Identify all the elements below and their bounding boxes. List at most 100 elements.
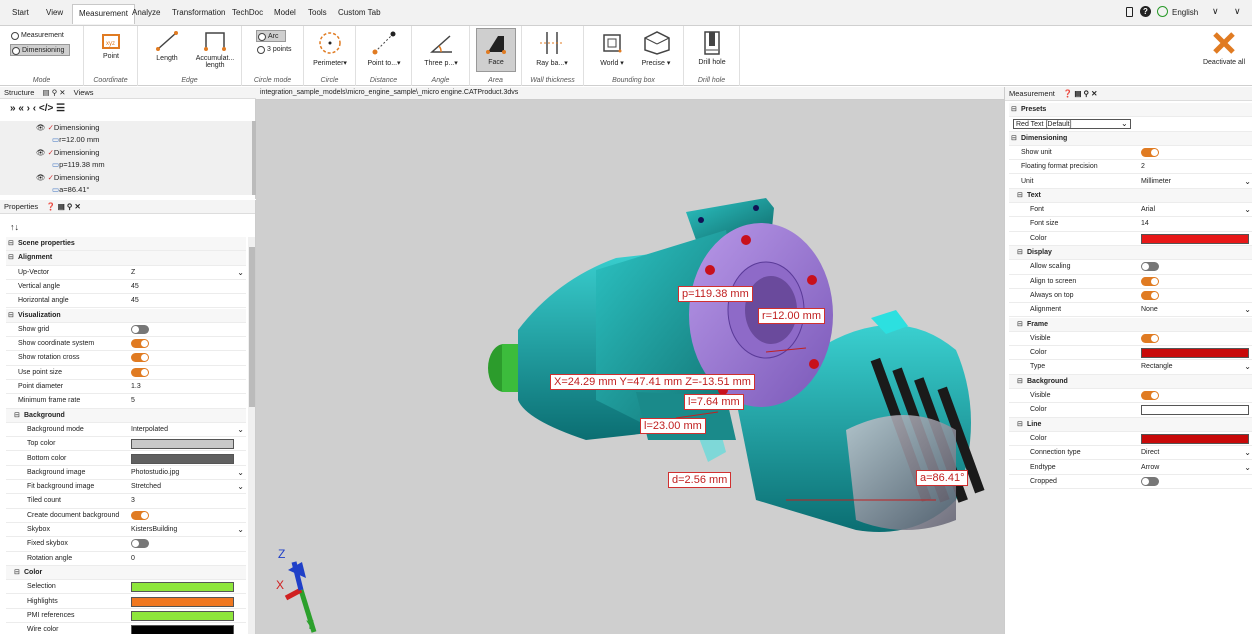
menu-analyze[interactable]: Analyze <box>132 8 160 17</box>
color-swatch[interactable] <box>131 582 234 593</box>
toggle-switch[interactable] <box>1141 290 1159 300</box>
property-value[interactable]: Stretched <box>131 480 161 494</box>
menu-custom-tab[interactable]: Custom Tab <box>338 8 381 17</box>
section-header[interactable]: ⊟ Dimensioning <box>1009 131 1252 146</box>
property-value[interactable]: 2 <box>1141 160 1145 174</box>
sort-icon[interactable]: ↑↓ <box>10 222 19 232</box>
chevron-down-icon[interactable]: ⌄ <box>1244 446 1251 460</box>
tree-node-dimensioning[interactable]: 👁 ✓Dimensioning <box>36 173 99 182</box>
measurement-mode-radio[interactable]: Measurement <box>10 30 64 42</box>
section-header[interactable]: ⊟ Scene properties <box>6 237 246 252</box>
tree-node-perimeter[interactable]: ▭p=119.38 mm <box>52 160 105 169</box>
panel-controls-icon[interactable]: ❓ ▤ ⚲ ✕ <box>46 202 80 211</box>
section-header[interactable]: ⊟ Presets <box>1009 103 1252 118</box>
tab-views[interactable]: Views <box>74 88 94 97</box>
section-header[interactable]: ⊟ Color <box>6 565 246 581</box>
property-value[interactable]: Millimeter <box>1141 175 1171 189</box>
property-value[interactable]: 5 <box>131 394 135 408</box>
color-swatch[interactable] <box>1141 348 1249 359</box>
collapse-icon[interactable]: ⊟ <box>8 309 14 323</box>
property-value[interactable]: Z <box>131 266 135 280</box>
collapse-icon[interactable]: ⊟ <box>14 409 20 423</box>
section-header[interactable]: ⊟ Display <box>1009 246 1252 261</box>
preset-select[interactable]: Red Text [Default] <box>1013 119 1131 130</box>
toggle-switch[interactable] <box>131 539 149 549</box>
section-header[interactable]: ⊟ Background <box>1009 374 1252 389</box>
properties-scrollbar[interactable] <box>248 237 255 634</box>
color-swatch[interactable] <box>131 439 234 450</box>
chevron-down-icon[interactable]: ∨ <box>1212 6 1219 17</box>
menu-view[interactable]: View <box>46 8 63 17</box>
tree-navigation-toolbar[interactable]: » « › ‹ </> ☰ <box>10 103 65 114</box>
chevron-down-icon[interactable]: ⌄ <box>237 523 244 537</box>
world-button[interactable]: World ▾ <box>592 30 632 67</box>
accumulated-length-button[interactable]: Accumulat... length <box>190 30 240 69</box>
ray-based-button[interactable]: Ray ba...▾ <box>528 30 576 67</box>
toggle-switch[interactable] <box>131 353 149 363</box>
globe-icon[interactable] <box>1157 6 1168 17</box>
angle-dimension-label[interactable]: a=86.41° <box>916 470 969 486</box>
property-value[interactable]: None <box>1141 303 1158 317</box>
3d-viewport[interactable]: Z X Y p=119.38 mm r=12.00 mm X=24.29 mm … <box>256 100 1004 634</box>
section-header[interactable]: ⊟ Text <box>1009 188 1252 204</box>
chevron-down-icon[interactable]: ∨ <box>1234 6 1241 17</box>
chevron-down-icon[interactable]: ⌄ <box>1244 203 1251 217</box>
property-value[interactable]: 1.3 <box>131 380 141 394</box>
collapse-icon[interactable]: ⊟ <box>1017 418 1023 432</box>
property-value[interactable]: 14 <box>1141 217 1149 231</box>
length-dimension-label[interactable]: l=23.00 mm <box>640 418 706 434</box>
collapse-icon[interactable]: ⊟ <box>1017 189 1023 203</box>
coordinate-dimension-label[interactable]: X=24.29 mm Y=47.41 mm Z=-13.51 mm <box>550 374 755 390</box>
help-icon[interactable]: ? <box>1140 6 1151 17</box>
panel-controls-icon[interactable]: ❓ ▤ ⚲ ✕ <box>1063 89 1097 98</box>
chevron-down-icon[interactable]: ⌄ <box>237 466 244 480</box>
tab-document[interactable]: integration_sample_models\micro_engine_s… <box>260 89 518 96</box>
menu-techdoc[interactable]: TechDoc <box>232 8 263 17</box>
toggle-switch[interactable] <box>1141 262 1159 272</box>
chevron-down-icon[interactable]: ⌄ <box>1121 117 1128 131</box>
drill-hole-button[interactable]: Drill hole <box>690 30 734 66</box>
property-value[interactable]: Direct <box>1141 446 1159 460</box>
perimeter-dimension-label[interactable]: p=119.38 mm <box>678 286 753 302</box>
menu-model[interactable]: Model <box>274 8 296 17</box>
collapse-icon[interactable]: ⊟ <box>1011 132 1017 146</box>
property-value[interactable]: KistersBuilding <box>131 523 177 537</box>
tab-structure[interactable]: Structure <box>4 88 34 97</box>
distance-dimension-label[interactable]: d=2.56 mm <box>668 472 732 488</box>
point-button[interactable]: xyz Point <box>96 32 126 60</box>
collapse-icon[interactable]: ⊟ <box>1017 318 1023 332</box>
chevron-down-icon[interactable]: ⌄ <box>1244 461 1251 475</box>
tree-node-angle[interactable]: ▭a=86.41° <box>52 185 89 194</box>
precise-button[interactable]: Precise ▾ <box>634 30 678 67</box>
color-swatch[interactable] <box>131 625 234 634</box>
three-points-radio[interactable]: 3 points <box>256 44 308 56</box>
color-swatch[interactable] <box>131 453 234 464</box>
arc-radio[interactable]: Arc <box>256 30 286 42</box>
toggle-switch[interactable] <box>131 510 149 520</box>
toggle-switch[interactable] <box>1141 391 1159 400</box>
section-header[interactable]: ⊟ Background <box>6 408 246 423</box>
toggle-switch[interactable] <box>131 324 149 334</box>
color-swatch[interactable] <box>1141 233 1249 244</box>
toggle-switch[interactable] <box>1141 333 1159 343</box>
pin-icon[interactable]: ▤ ⚲ ✕ <box>43 88 66 97</box>
property-value[interactable]: 45 <box>131 280 139 294</box>
toggle-switch[interactable] <box>1141 147 1159 157</box>
section-header[interactable]: ⊟ Line <box>1009 417 1252 432</box>
collapse-icon[interactable]: ⊟ <box>8 237 14 251</box>
chevron-down-icon[interactable]: ⌄ <box>1244 360 1251 374</box>
section-header[interactable]: ⊟ Visualization <box>6 308 246 323</box>
collapse-icon[interactable]: ⊟ <box>1017 375 1023 389</box>
menu-transformation[interactable]: Transformation <box>172 8 226 17</box>
color-swatch[interactable] <box>131 596 234 607</box>
point-to-button[interactable]: Point to...▾ <box>362 30 406 67</box>
collapse-icon[interactable]: ⊟ <box>14 566 20 580</box>
property-value[interactable]: Arrow <box>1141 461 1159 475</box>
chevron-down-icon[interactable]: ⌄ <box>1244 175 1251 189</box>
property-value[interactable]: 0 <box>131 552 135 566</box>
radius-dimension-label[interactable]: r=12.00 mm <box>758 308 825 324</box>
toggle-switch[interactable] <box>131 339 149 349</box>
chevron-down-icon[interactable]: ⌄ <box>237 423 244 437</box>
chevron-down-icon[interactable]: ⌄ <box>237 266 244 280</box>
color-swatch[interactable] <box>131 610 234 621</box>
